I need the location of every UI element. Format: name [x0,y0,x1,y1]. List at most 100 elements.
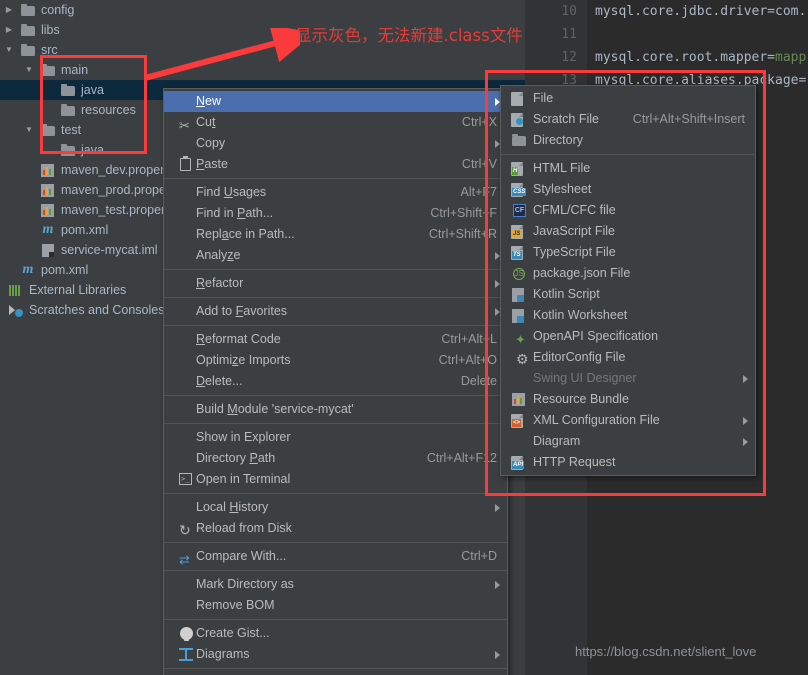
tree-item[interactable]: ▶ config [0,0,525,20]
kotlin-icon [509,305,527,326]
menu-item-find-usages[interactable]: Find Usages Alt+F7 [164,182,507,203]
menu-item-label: EditorConfig File [533,350,626,364]
menu-item-label: Directory [533,133,584,147]
line-number: 11 [561,27,577,42]
tree-twisty-collapsed-icon[interactable]: ▶ [0,300,2,320]
folder-icon [20,0,36,20]
tree-item-label: src [41,43,58,57]
new-submenu[interactable]: File Scratch File Ctrl+Alt+Shift+Insert Dir… [500,85,756,476]
new-item-swing-ui-designer: Swing UI Designer [501,368,755,389]
new-item-stylesheet[interactable]: CSS Stylesheet [501,179,755,200]
tree-twisty-expanded-icon[interactable]: ▼ [24,60,34,80]
menu-item-refactor[interactable]: Refactor [164,273,507,294]
menu-item-copy[interactable]: Copy [164,133,507,154]
menu-item-add-to-favorites[interactable]: Add to Favorites [164,301,507,322]
menu-item-shortcut: Ctrl+X [461,115,497,129]
new-item-editorconfig-file[interactable]: ⚙ EditorConfig File [501,347,755,368]
openapi-icon: ✦ [515,332,526,347]
new-item-directory[interactable]: Directory [501,130,755,151]
menu-item-diagrams[interactable]: Diagrams [164,644,507,665]
menu-item-label: Directory Path [196,451,276,465]
menu-item-optimize-imports[interactable]: Optimize Imports Ctrl+Alt+O [164,350,507,371]
submenu-arrow-icon [743,438,748,446]
tree-item-label: main [61,63,89,77]
menu-item-shortcut: Ctrl+Alt+L [441,332,497,346]
new-item-kotlin-script[interactable]: Kotlin Script [501,284,755,305]
new-item-http-request[interactable]: API HTTP Request [501,452,755,473]
menu-item-show-in-explorer[interactable]: Show in Explorer [164,427,507,448]
tree-item[interactable]: ▼ main [0,60,525,80]
menu-item-label: Replace in Path... [196,227,295,241]
menu-item-shortcut: Ctrl+Shift+R [428,227,497,241]
tree-twisty-expanded-icon[interactable]: ▼ [4,40,14,60]
tree-item-label: resources [81,103,136,117]
menu-item-label: Find Usages [196,185,267,199]
tree-twisty-collapsed-icon[interactable]: ▶ [4,0,14,20]
cfml-file-icon: CF [509,200,527,221]
code-value: mapp [775,50,807,65]
menu-item-label: Resource Bundle [533,392,629,406]
menu-item-find-in-path[interactable]: Find in Path... Ctrl+Shift+F [164,203,507,224]
new-item-resource-bundle[interactable]: Resource Bundle [501,389,755,410]
folder-icon [40,60,56,80]
new-item-javascript-file[interactable]: JS JavaScript File [501,221,755,242]
clipboard-icon [172,154,191,175]
menu-item-cut[interactable]: ✂ Cut Ctrl+X [164,112,507,133]
tree-twisty-expanded-icon[interactable]: ▼ [24,120,34,140]
new-item-cfml-cfc-file[interactable]: CF CFML/CFC file [501,200,755,221]
menu-item-build-module-service-mycat[interactable]: Build Module 'service-mycat' [164,399,507,420]
menu-item-label: HTML File [533,161,591,175]
menu-item-analyze[interactable]: Analyze [164,245,507,266]
code-line[interactable]: mysql.core.root.mapper=mapp [595,50,806,65]
menu-item-label: Kotlin Worksheet [533,308,628,322]
tree-twisty-collapsed-icon[interactable]: ▶ [4,20,14,40]
menu-item-label: Refactor [196,276,244,290]
new-item-diagram[interactable]: Diagram [501,431,755,452]
submenu-arrow-icon [495,651,500,659]
menu-item-reload-from-disk[interactable]: ↻ Reload from Disk [164,518,507,539]
menu-item-label: Cut [196,115,216,129]
menu-item-local-history[interactable]: Local History [164,497,507,518]
iml-module-icon [40,240,56,260]
menu-item-label: Stylesheet [533,182,592,196]
folder-icon [20,40,36,60]
folder-icon [509,130,527,151]
code-line[interactable]: mysql.core.jdbc.driver=com. [595,4,806,19]
new-item-html-file[interactable]: H HTML File [501,158,755,179]
menu-separator [164,297,507,298]
menu-item-reformat-code[interactable]: Reformat Code Ctrl+Alt+L [164,329,507,350]
menu-item-directory-path[interactable]: Directory Path Ctrl+Alt+F12 [164,448,507,469]
project-context-menu[interactable]: New ✂ Cut Ctrl+X Copy Paste Ctrl+V Find Usages A… [163,88,508,675]
new-item-openapi-specification[interactable]: ✦ OpenAPI Specification [501,326,755,347]
html-file-icon: H [509,158,527,179]
menu-item-replace-in-path[interactable]: Replace in Path... Ctrl+Shift+R [164,224,507,245]
submenu-arrow-icon [495,581,500,589]
menu-item-remove-bom[interactable]: Remove BOM [164,595,507,616]
menu-item-compare-with[interactable]: ⇄ Compare With... Ctrl+D [164,546,507,567]
menu-item-label: Find in Path... [196,206,274,220]
new-item-typescript-file[interactable]: TS TypeScript File [501,242,755,263]
new-item-kotlin-worksheet[interactable]: Kotlin Worksheet [501,305,755,326]
menu-item-label: Local History [196,500,269,514]
menu-item-create-gist[interactable]: Create Gist... [164,623,507,644]
new-item-xml-configuration-file[interactable]: <> XML Configuration File [501,410,755,431]
menu-item-label: File [533,91,554,105]
menu-separator [164,269,507,270]
menu-item-new[interactable]: New [164,91,507,112]
menu-item-open-in-terminal[interactable]: >_ Open in Terminal [164,469,507,490]
new-item-file[interactable]: File [501,88,755,109]
menu-item-paste[interactable]: Paste Ctrl+V [164,154,507,175]
new-item-package-json-file[interactable]: JS package.json File [501,263,755,284]
new-item-scratch-file[interactable]: Scratch File Ctrl+Alt+Shift+Insert [501,109,755,130]
menu-item-label: Open in Terminal [196,472,291,486]
code-text: mysql.core.root.mapper= [595,50,776,65]
tree-twisty-collapsed-icon[interactable]: ▶ [0,280,2,300]
menu-separator [164,570,507,571]
tree-item-label: External Libraries [29,283,127,297]
menu-item-label: Diagram [533,434,581,448]
diagram-icon [172,644,193,665]
menu-item-label: Paste [196,157,228,171]
menu-item-mark-directory-as[interactable]: Mark Directory as [164,574,507,595]
menu-item-label: package.json File [533,266,631,280]
menu-item-delete[interactable]: Delete... Delete [164,371,507,392]
